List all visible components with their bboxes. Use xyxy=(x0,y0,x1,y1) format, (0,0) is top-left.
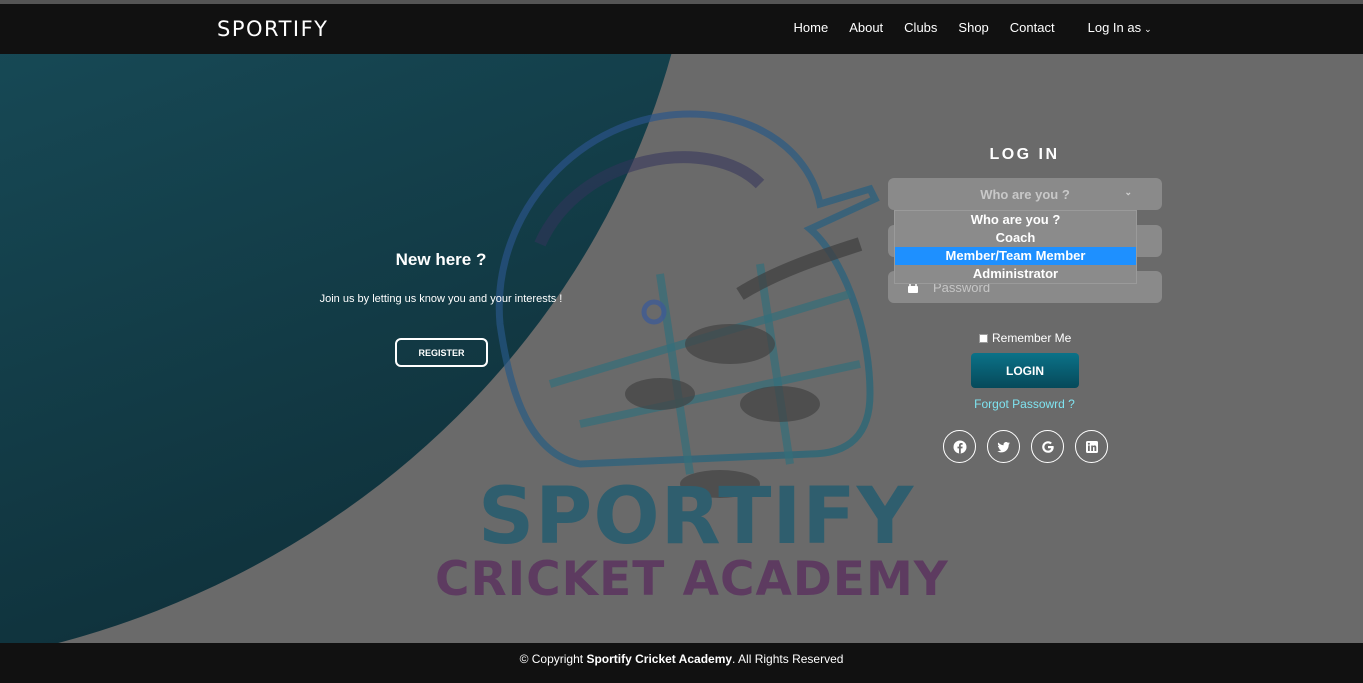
nav-clubs[interactable]: Clubs xyxy=(894,20,948,35)
google-icon xyxy=(1041,440,1054,453)
new-here-heading: New here ? xyxy=(395,250,487,269)
twitter-icon xyxy=(996,441,1010,452)
footer-copyright: © Copyright Sportify Cricket Academy. Al… xyxy=(0,652,1363,666)
twitter-button[interactable] xyxy=(987,430,1020,463)
nav-login-as-label: Log In as xyxy=(1087,20,1142,35)
register-button[interactable]: REGISTER xyxy=(395,338,488,367)
main-content: SPORTIFY CRICKET ACADEMY New here ? Join… xyxy=(0,54,1363,643)
login-button[interactable]: LOGIN xyxy=(971,353,1079,388)
login-title: LOG IN xyxy=(989,146,1060,163)
top-navbar: SPORTIFY Home About Clubs Shop Contact L… xyxy=(0,4,1363,54)
logo-subtitle: CRICKET ACADEMY xyxy=(435,552,949,607)
social-login-buttons xyxy=(943,430,1108,463)
nav-shop[interactable]: Shop xyxy=(948,20,999,35)
nav-login-as-dropdown[interactable]: Log In as ⌄ xyxy=(1077,20,1162,35)
remember-me: Remember Me xyxy=(979,331,1071,345)
role-select[interactable]: Who are you ? ⌄ xyxy=(888,178,1162,210)
nav-home[interactable]: Home xyxy=(783,20,839,35)
footer-suffix: . All Rights Reserved xyxy=(732,652,844,666)
forgot-password-link[interactable]: Forgot Passowrd ? xyxy=(888,397,1161,411)
new-here-description: Join us by letting us know you and your … xyxy=(319,293,563,305)
logo-title: SPORTIFY xyxy=(478,472,915,562)
role-select-value: Who are you ? xyxy=(980,186,1070,202)
remember-me-label: Remember Me xyxy=(992,331,1072,345)
footer: © Copyright Sportify Cricket Academy. Al… xyxy=(0,643,1363,683)
footer-prefix: © Copyright xyxy=(519,652,587,666)
google-button[interactable] xyxy=(1031,430,1064,463)
chevron-down-icon: ⌄ xyxy=(1144,24,1152,34)
nav-links: Home About Clubs Shop Contact Log In as ⌄ xyxy=(783,20,1162,35)
role-dropdown-list: Who are you ? Coach Member/Team Member A… xyxy=(894,210,1137,284)
linkedin-button[interactable] xyxy=(1075,430,1108,463)
remember-me-checkbox[interactable] xyxy=(979,333,988,343)
role-option-member[interactable]: Member/Team Member xyxy=(895,247,1136,265)
chevron-down-icon: ⌄ xyxy=(1124,187,1132,197)
brand-logo[interactable]: SPORTIFY xyxy=(217,17,329,41)
role-option-default[interactable]: Who are you ? xyxy=(895,211,1136,229)
facebook-icon xyxy=(953,440,966,453)
nav-about[interactable]: About xyxy=(839,20,894,35)
facebook-button[interactable] xyxy=(943,430,976,463)
role-option-administrator[interactable]: Administrator xyxy=(895,265,1136,283)
role-option-coach[interactable]: Coach xyxy=(895,229,1136,247)
footer-brand: Sportify Cricket Academy xyxy=(586,652,733,666)
linkedin-icon xyxy=(1085,440,1098,453)
nav-contact[interactable]: Contact xyxy=(999,20,1065,35)
